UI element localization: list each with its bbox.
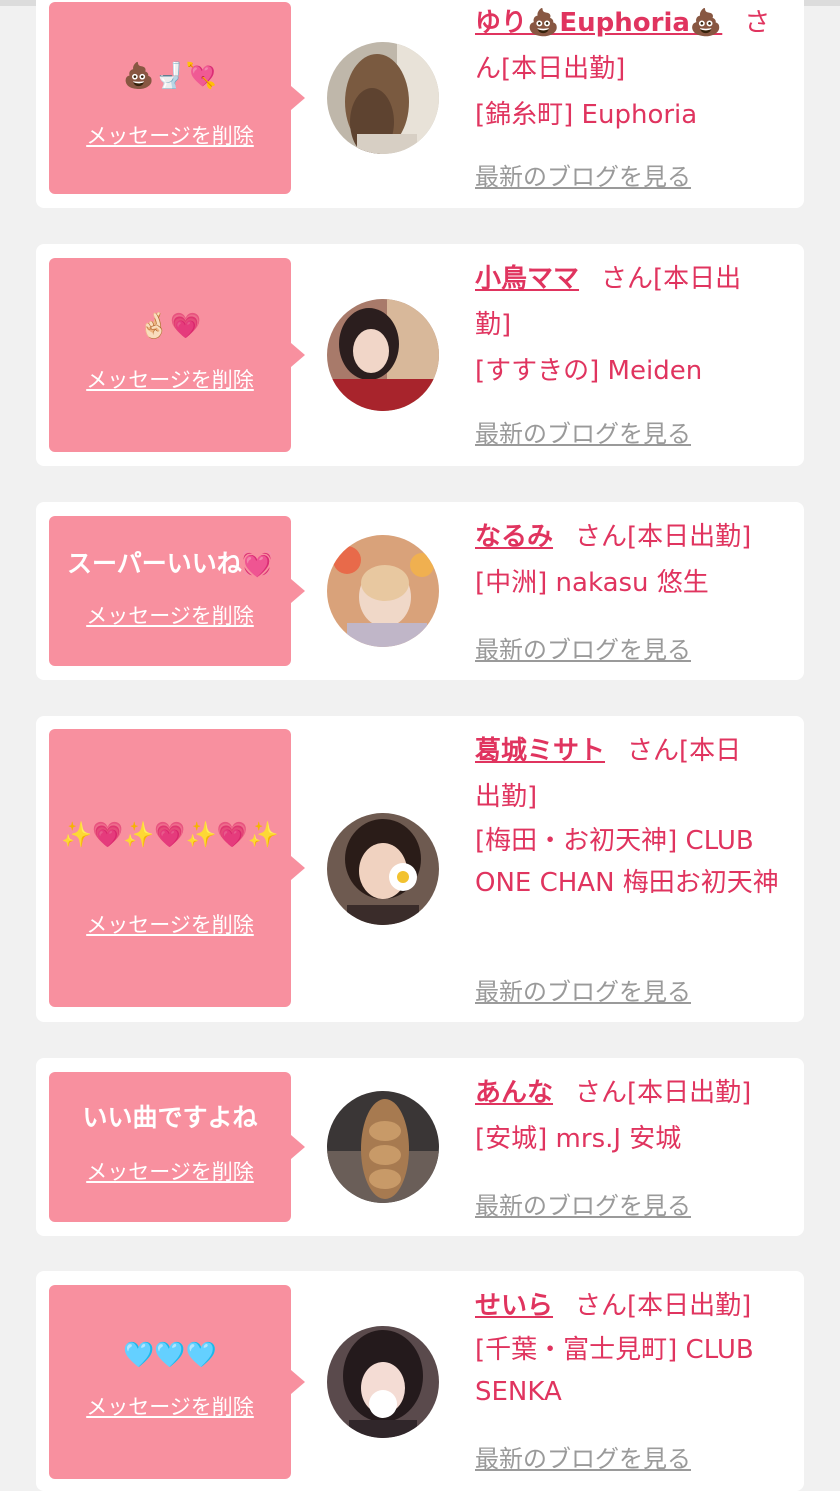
delete-message-link[interactable]: メッセージを削除 (49, 602, 291, 630)
shop-info: [中洲] nakasu 悠生 (475, 568, 709, 598)
message-bubble: ✨💗✨💗✨💗✨ メッセージを削除 (49, 729, 305, 1007)
avatar[interactable] (327, 299, 439, 411)
avatar[interactable] (327, 1326, 439, 1438)
shop-info: [安城] mrs.J 安城 (475, 1124, 682, 1154)
cast-info: 小鳥ママ さん[本日出 勤] [すすきの] Meiden (475, 256, 793, 394)
honorific-status: さ (744, 8, 771, 38)
message-card: ✨💗✨💗✨💗✨ メッセージを削除 葛城ミサト さん[本日 出勤] [梅田・お初天神… (36, 716, 804, 1022)
message-text: 💩🚽💘 (123, 61, 217, 90)
cast-info: なるみ さん[本日出勤] [中洲] nakasu 悠生 (475, 514, 793, 606)
message-bubble: いい曲ですよね メッセージを削除 (49, 1072, 305, 1222)
cast-info: あんな さん[本日出勤] [安城] mrs.J 安城 (475, 1070, 793, 1162)
delete-message-link[interactable]: メッセージを削除 (49, 911, 291, 939)
delete-message-link[interactable]: メッセージを削除 (49, 122, 291, 150)
cast-info: せいら さん[本日出勤] [千葉・富士見町] CLUB SENKA (475, 1283, 793, 1413)
message-text: スーパーいいね💓 (67, 549, 273, 578)
delete-message-link[interactable]: メッセージを削除 (49, 1158, 291, 1186)
latest-blog-link[interactable]: 最新のブログを見る (475, 414, 691, 449)
latest-blog-link[interactable]: 最新のブログを見る (475, 1439, 691, 1474)
cast-name-link[interactable]: ゆり💩Euphoria💩 (475, 8, 722, 38)
message-card: 🩵🩵🩵 メッセージを削除 せいら さん[本日出勤] [千葉・富士見町] CLUB … (36, 1271, 804, 1491)
shop-info: [梅田・お初天神] CLUB ONE CHAN 梅田お初天神 (475, 826, 779, 898)
honorific-status: さん[本日出 (601, 264, 742, 294)
message-bubble: スーパーいいね💓 メッセージを削除 (49, 516, 305, 666)
avatar[interactable] (327, 813, 439, 925)
cast-name-link[interactable]: あんな (475, 1078, 553, 1108)
delete-message-link[interactable]: メッセージを削除 (49, 366, 291, 394)
cast-info: ゆり💩Euphoria💩 さ ん[本日出勤] [錦糸町] Euphoria (475, 0, 793, 138)
message-text: いい曲ですよね (82, 1103, 258, 1132)
latest-blog-link[interactable]: 最新のブログを見る (475, 157, 691, 192)
cast-name-link[interactable]: 小鳥ママ (475, 264, 579, 294)
message-bubble: 🤞🏻💗 メッセージを削除 (49, 258, 305, 452)
honorific-status: さん[本日出勤] (575, 1291, 752, 1321)
honorific-status: さん[本日 (627, 736, 742, 766)
message-text: ✨💗✨💗✨💗✨ (61, 820, 279, 849)
cast-name-link[interactable]: なるみ (475, 522, 553, 552)
message-text: 🩵🩵🩵 (123, 1340, 217, 1369)
delete-message-link[interactable]: メッセージを削除 (49, 1393, 291, 1421)
message-card: スーパーいいね💓 メッセージを削除 なるみ さん[本日出勤] [中洲] nakas… (36, 502, 804, 680)
avatar[interactable] (327, 1091, 439, 1203)
honorific-status: さん[本日出勤] (575, 1078, 752, 1108)
latest-blog-link[interactable]: 最新のブログを見る (475, 1186, 691, 1221)
message-bubble: 🩵🩵🩵 メッセージを削除 (49, 1285, 305, 1479)
shop-info: [千葉・富士見町] CLUB SENKA (475, 1335, 754, 1407)
honorific-status: さん[本日出勤] (575, 522, 752, 552)
honorific-status: 勤] (475, 310, 512, 340)
avatar[interactable] (327, 535, 439, 647)
honorific-status: 出勤] (475, 782, 538, 812)
latest-blog-link[interactable]: 最新のブログを見る (475, 630, 691, 665)
message-card: いい曲ですよね メッセージを削除 あんな さん[本日出勤] [安城] mrs.J … (36, 1058, 804, 1236)
message-bubble: 💩🚽💘 メッセージを削除 (49, 2, 305, 194)
message-card: 🤞🏻💗 メッセージを削除 小鳥ママ さん[本日出 勤] [すすきの] Meiden… (36, 244, 804, 466)
honorific-status: ん[本日出勤] (475, 54, 626, 84)
cast-info: 葛城ミサト さん[本日 出勤] [梅田・お初天神] CLUB ONE CHAN 梅… (475, 728, 793, 904)
cast-name-link[interactable]: せいら (475, 1291, 553, 1321)
message-text: 🤞🏻💗 (138, 311, 202, 340)
cast-name-link[interactable]: 葛城ミサト (475, 736, 605, 766)
latest-blog-link[interactable]: 最新のブログを見る (475, 972, 691, 1007)
message-card: 💩🚽💘 メッセージを削除 ゆり💩Euphoria💩 さ ん[本日出勤] [錦糸町]… (36, 0, 804, 208)
shop-info: [錦糸町] Euphoria (475, 100, 698, 130)
avatar[interactable] (327, 42, 439, 154)
shop-info: [すすきの] Meiden (475, 356, 703, 386)
